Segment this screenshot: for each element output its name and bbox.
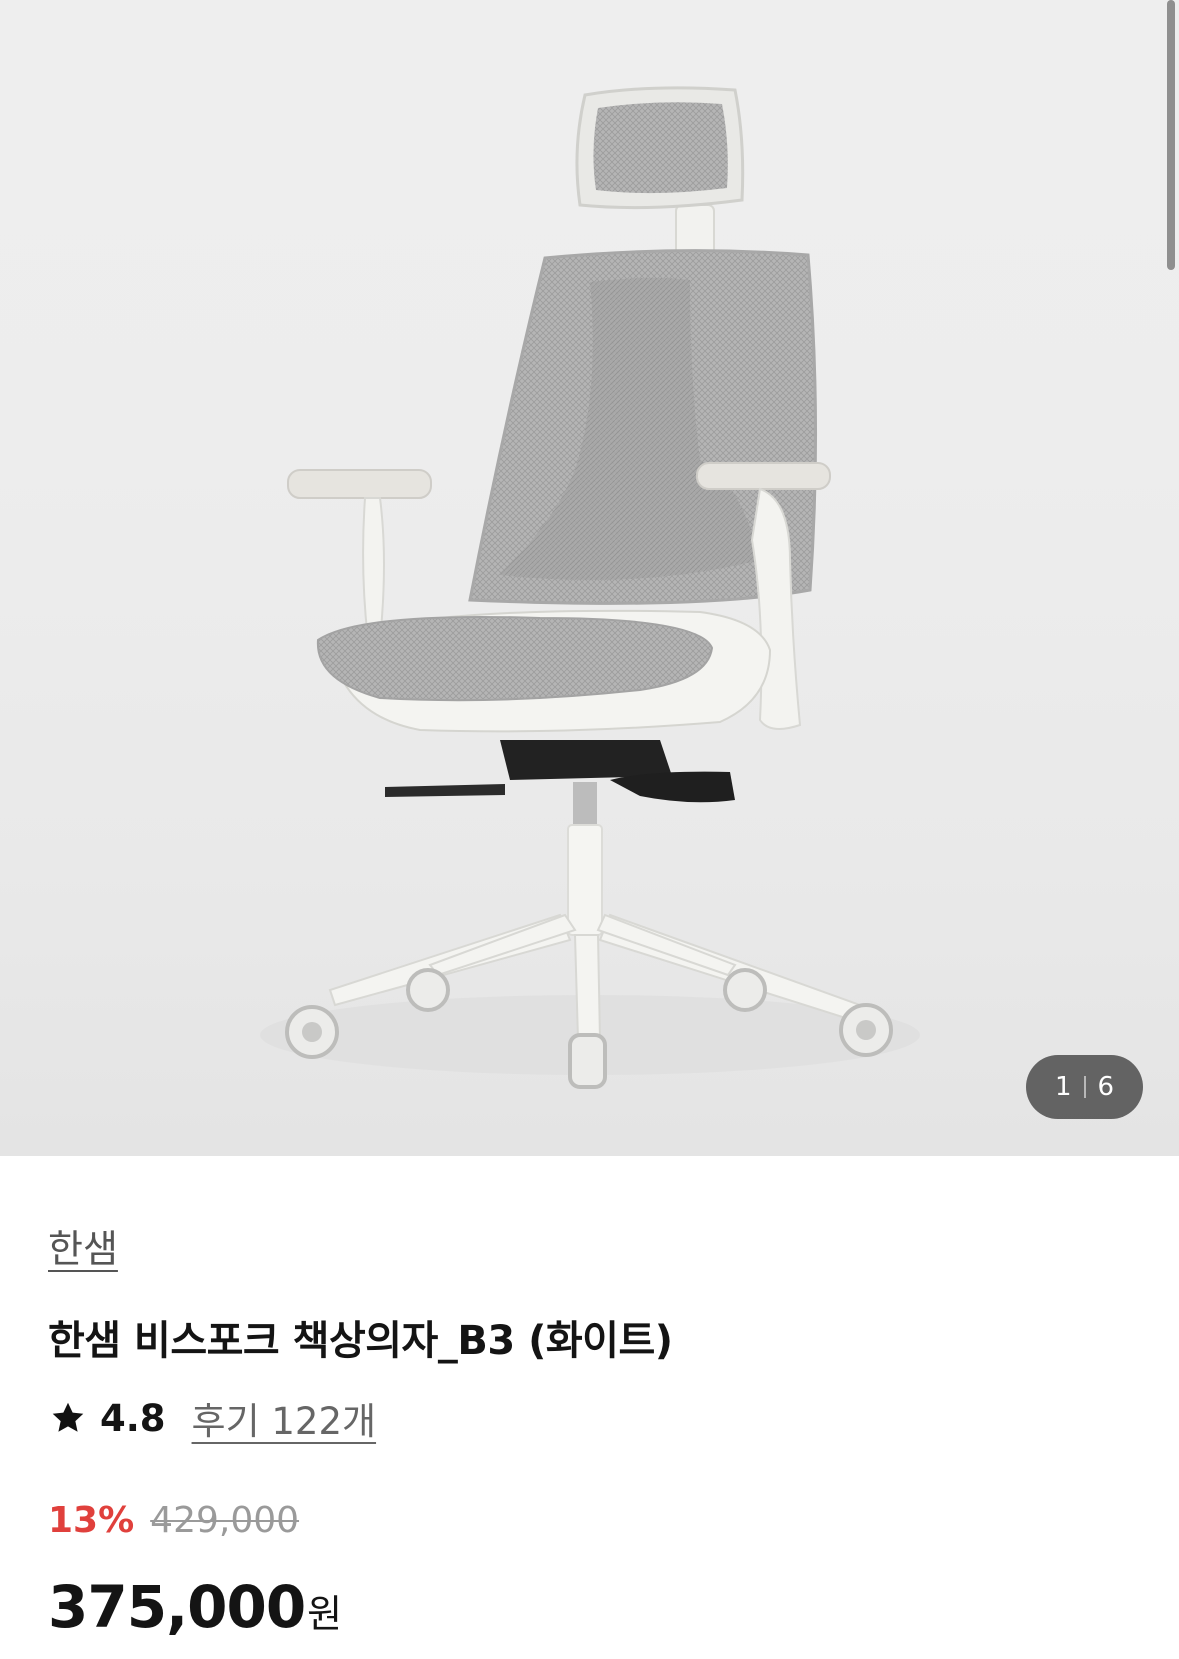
- original-price: 429,000: [150, 1500, 300, 1541]
- brand-link[interactable]: 한샘: [48, 1218, 118, 1273]
- star-icon: [52, 1402, 84, 1432]
- image-counter-current: 1: [1054, 1072, 1072, 1102]
- product-image-gallery[interactable]: 1 6: [0, 0, 1179, 1156]
- rating-row: 4.8 후기 122개: [50, 1392, 376, 1444]
- image-counter: 1 6: [1026, 1055, 1143, 1119]
- scrollbar[interactable]: [1167, 0, 1175, 270]
- discount-rate: 13%: [48, 1500, 135, 1541]
- image-counter-divider: [1083, 1076, 1086, 1098]
- sale-price: 375,000: [48, 1573, 306, 1641]
- product-image: [260, 86, 920, 1089]
- sale-price-row: 375,000 원: [48, 1573, 342, 1641]
- currency-unit: 원: [307, 1592, 343, 1636]
- price-discount-row: 13% 429,000: [48, 1500, 299, 1541]
- product-title: 한샘 비스포크 책상의자_B3 (화이트): [48, 1318, 673, 1364]
- reviews-link[interactable]: 후기 122개: [192, 1391, 377, 1445]
- image-counter-total: 6: [1097, 1072, 1115, 1102]
- rating-value: 4.8: [100, 1396, 166, 1440]
